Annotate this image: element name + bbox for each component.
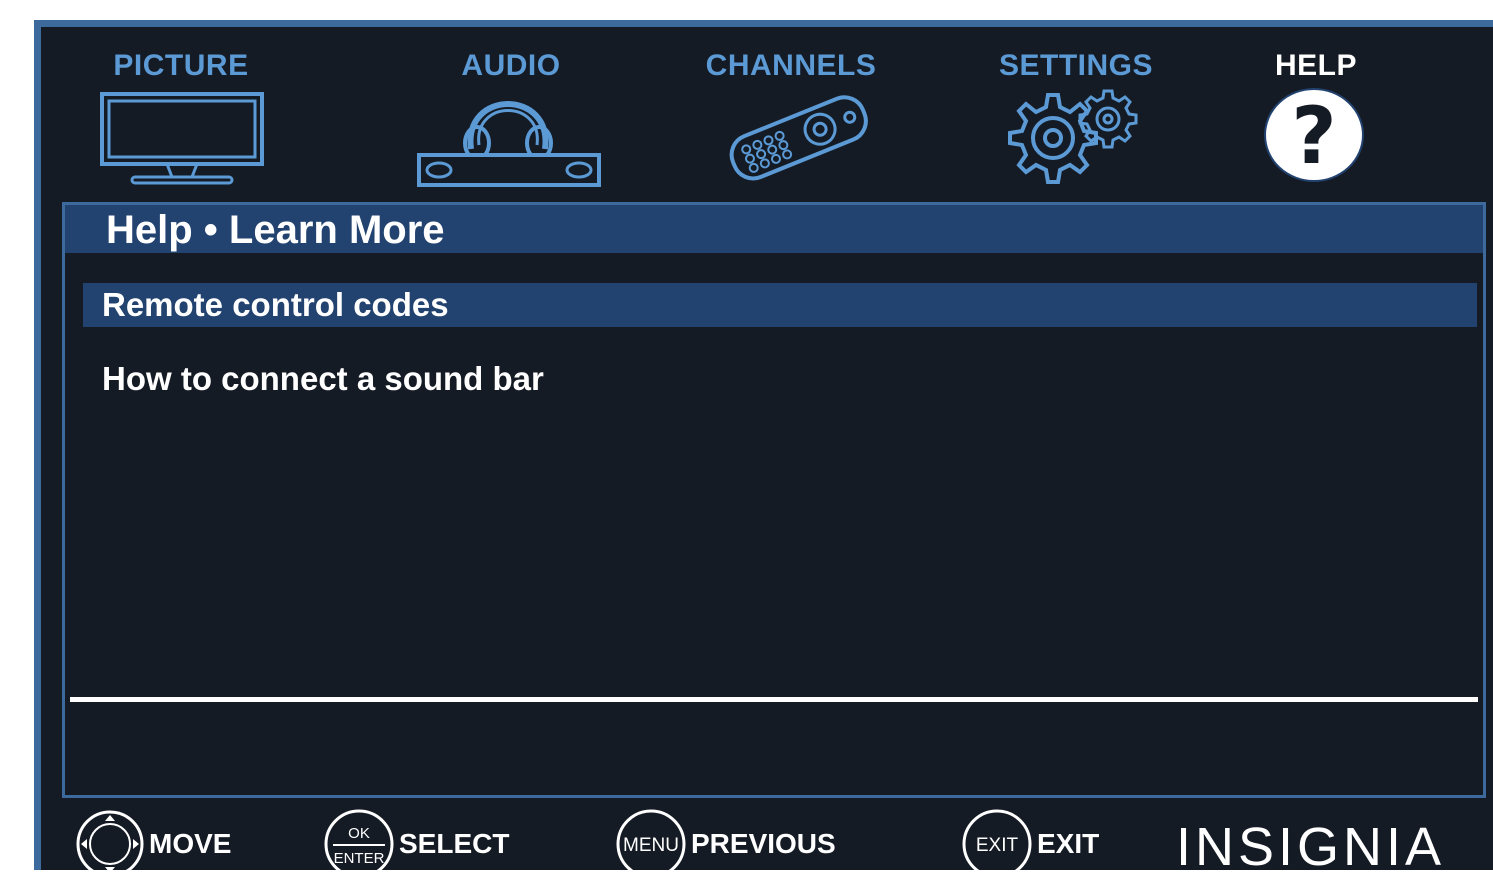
menu-item-connect-sound-bar[interactable]: How to connect a sound bar bbox=[83, 357, 1477, 401]
svg-text:EXIT: EXIT bbox=[976, 835, 1019, 856]
svg-text:OK: OK bbox=[348, 825, 370, 842]
ok-enter-button-icon: OK ENTER bbox=[324, 809, 394, 879]
hint-label: MOVE bbox=[149, 828, 232, 859]
tab-help[interactable]: HELP bbox=[1236, 49, 1396, 83]
question-mark-icon: ? bbox=[1264, 88, 1364, 182]
panel-header: Help • Learn More bbox=[65, 205, 1483, 253]
menu-button-icon: MENU bbox=[616, 809, 686, 879]
brand-logo: INSIGNIA bbox=[1176, 817, 1446, 877]
gears-icon bbox=[1008, 89, 1138, 184]
hint-previous: MENU PREVIOUS bbox=[613, 809, 836, 879]
page-title: Help • Learn More bbox=[106, 208, 445, 252]
tv-menu-screen: PICTURE AUDIO CHANNELS SETTINGS HELP ? H… bbox=[34, 20, 1493, 879]
tab-label: HELP bbox=[1274, 49, 1357, 82]
dpad-icon bbox=[76, 810, 144, 878]
menu-item-label: How to connect a sound bar bbox=[102, 360, 544, 397]
tab-audio[interactable]: AUDIO bbox=[431, 49, 591, 83]
hint-select: OK ENTER SELECT bbox=[321, 809, 509, 879]
svg-text:?: ? bbox=[1291, 92, 1336, 182]
help-panel: Help • Learn More Remote control codes H… bbox=[62, 202, 1486, 798]
hint-label: PREVIOUS bbox=[691, 828, 836, 859]
hint-label: SELECT bbox=[399, 828, 510, 859]
divider bbox=[70, 697, 1478, 702]
remote-control-icon bbox=[729, 95, 868, 181]
svg-text:MENU: MENU bbox=[623, 835, 679, 856]
hint-label: EXIT bbox=[1037, 828, 1100, 859]
menu-item-remote-control-codes[interactable]: Remote control codes bbox=[83, 283, 1477, 327]
tab-label: PICTURE bbox=[113, 49, 249, 82]
tab-settings[interactable]: SETTINGS bbox=[986, 49, 1166, 83]
tab-label: CHANNELS bbox=[705, 49, 877, 82]
hint-exit: EXIT EXIT bbox=[959, 809, 1099, 879]
menu-item-label: Remote control codes bbox=[102, 286, 449, 323]
headphones-soundbar-icon bbox=[417, 101, 601, 187]
tab-label: AUDIO bbox=[461, 49, 561, 82]
svg-text:ENTER: ENTER bbox=[334, 850, 385, 867]
tv-icon bbox=[100, 92, 264, 185]
tab-picture[interactable]: PICTURE bbox=[101, 49, 261, 83]
tab-label: SETTINGS bbox=[998, 49, 1153, 82]
exit-button-icon: EXIT bbox=[962, 809, 1032, 879]
tab-channels[interactable]: CHANNELS bbox=[691, 49, 891, 83]
hint-move: MOVE bbox=[73, 809, 231, 879]
